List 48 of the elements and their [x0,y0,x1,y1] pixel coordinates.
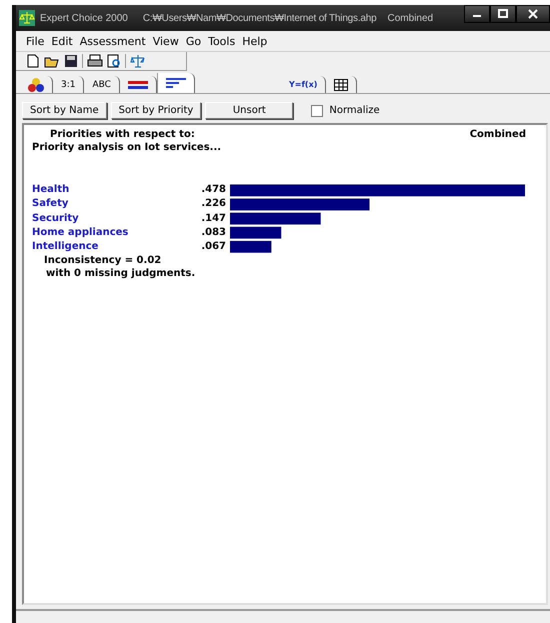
sort-button[interactable]: Sort by Priority [110,102,202,119]
scale-icon[interactable] [130,54,146,68]
new-file-icon[interactable] [26,54,40,68]
criterion-name: Home appliances [32,226,130,240]
menu-item[interactable]: Assessment [80,35,146,48]
criterion-name: Safety [32,197,70,212]
stripes-icon [128,80,148,90]
file-path: C:₩Users₩Nam₩Documents₩Internet of Things.ahp [142,12,377,24]
priority-value: .067 [200,240,226,254]
close-icon [528,9,538,19]
grid-icon [334,78,348,90]
priority-value: .478 [200,183,226,197]
sort-icon [166,78,186,88]
save-icon[interactable] [64,54,78,68]
goal-name: Priority analysis on Iot services... [32,142,222,153]
priority-value: .226 [200,197,226,212]
window-mode: Combined [388,12,434,24]
report-heading: Priorities with respect to: [50,129,195,140]
window-title: Expert Choice 2000 [40,12,128,24]
priority-bar [230,226,282,239]
scale-icon [19,10,35,26]
menu-item[interactable]: File [26,35,44,48]
close-button[interactable] [516,5,550,23]
criterion-name: Health [32,183,70,197]
priority-value: .147 [200,212,226,226]
inconsistency-text: Inconsistency = 0.02 [44,254,162,266]
sort-button[interactable]: Sort by Name [22,102,107,119]
criterion-name: Intelligence [32,240,100,254]
menu-item[interactable]: Tools [208,35,236,48]
maximize-icon [498,9,508,19]
normalize-checkbox[interactable]: Normalize [311,104,380,116]
balls-icon [28,78,44,92]
tab[interactable] [156,73,195,93]
print-preview-icon[interactable] [107,54,121,68]
menu-item[interactable]: Help [242,35,268,48]
minimize-button[interactable] [464,5,490,23]
sort-button[interactable]: Unsort [205,102,294,119]
report-mode: Combined [470,129,526,140]
printer-icon[interactable] [87,54,103,68]
priority-bar [230,240,272,253]
menu-item[interactable]: Go [186,35,202,48]
checkbox[interactable] [311,104,324,116]
priority-value: .083 [200,226,226,240]
menu-item[interactable]: View [152,35,179,48]
menu-item[interactable]: Edit [51,35,73,48]
missing-judgments-text: with 0 missing judgments. [46,268,196,278]
maximize-button[interactable] [490,5,516,23]
criterion-name: Security [32,212,80,226]
